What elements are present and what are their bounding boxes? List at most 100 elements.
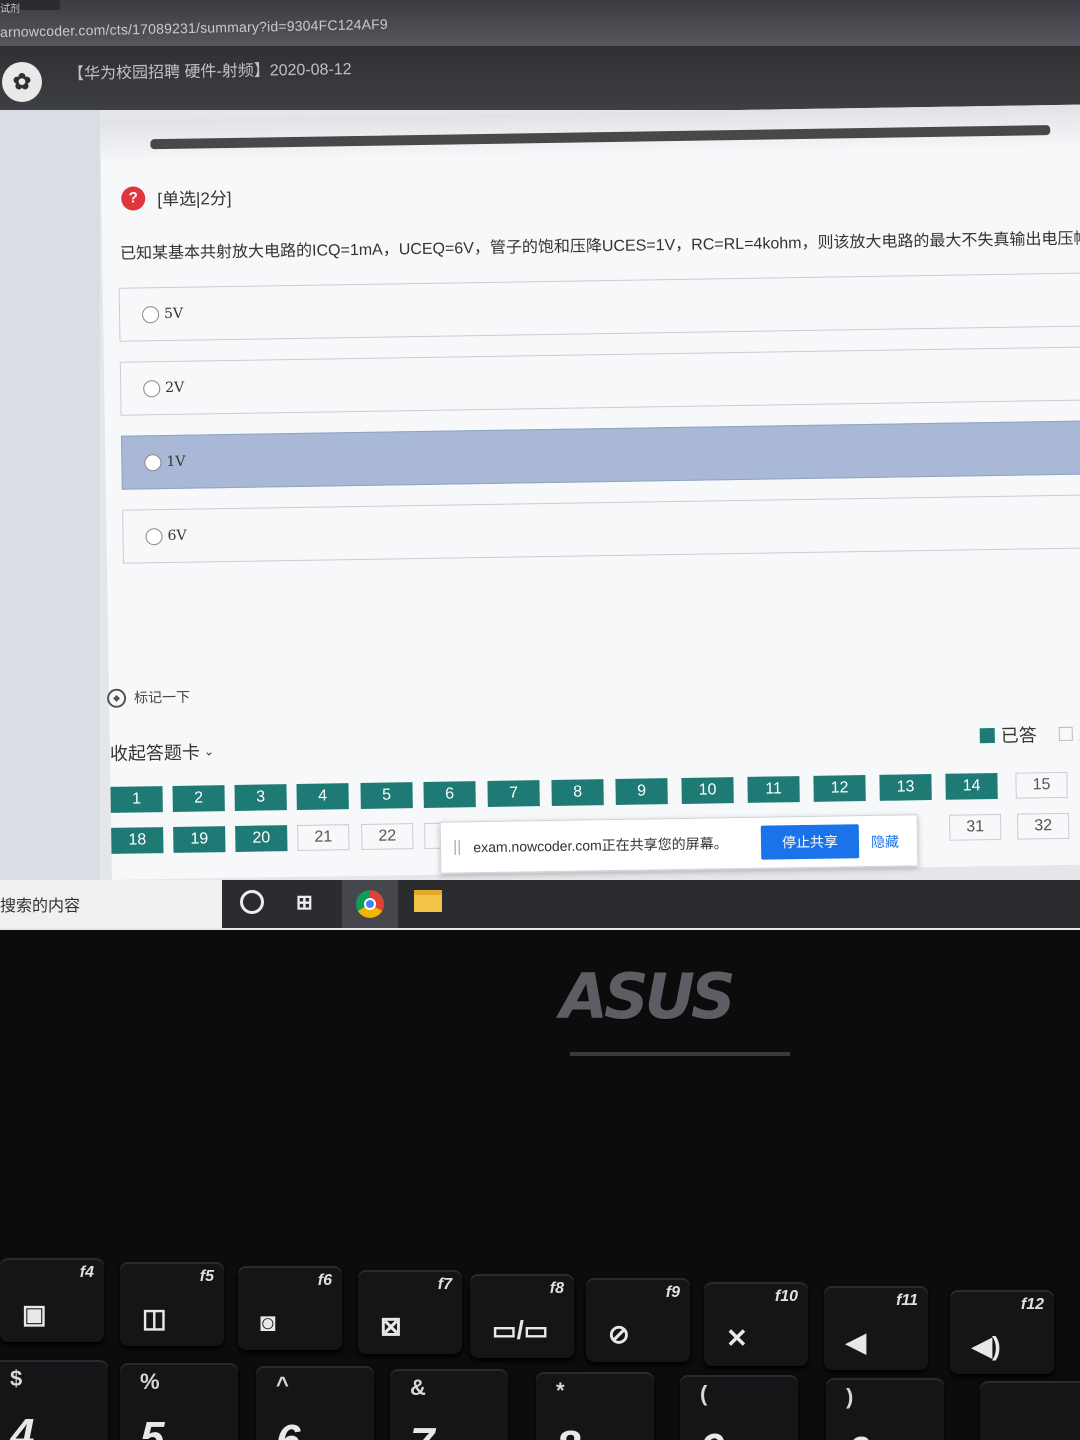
function-key-f4[interactable]: f4 ▣: [0, 1258, 104, 1342]
browser-tab[interactable]: 试剂: [0, 0, 60, 15]
chrome-center: [364, 898, 376, 910]
taskbar-search-input[interactable]: 搜索的内容: [0, 880, 222, 928]
answer-card-item[interactable]: 19: [173, 826, 226, 853]
function-key-f6[interactable]: f6 ◙: [238, 1266, 342, 1350]
question-mark-icon: ?: [121, 185, 146, 211]
number-key-4[interactable]: $4: [0, 1360, 108, 1440]
fn-key-icon: ◙: [260, 1307, 276, 1337]
option-label: 5V: [163, 305, 184, 323]
answer-card-toggle-label: 收起答题卡: [109, 742, 201, 764]
function-key-f8[interactable]: f8 ▭/▭: [470, 1274, 574, 1358]
share-notice: exam.nowcoder.com正在共享您的屏幕。: [473, 835, 728, 856]
answer-card-item[interactable]: 21: [297, 824, 350, 851]
fn-key-icon: ◀): [972, 1331, 1001, 1361]
radio-icon[interactable]: [143, 379, 161, 397]
question-header: ? [单选|2分]: [121, 184, 232, 211]
file-explorer-icon[interactable]: [414, 890, 442, 912]
answer-card-item[interactable]: 14: [945, 772, 998, 800]
chrome-icon[interactable]: [342, 880, 398, 928]
answer-card-item[interactable]: 3: [234, 784, 287, 811]
screen-share-bar: || exam.nowcoder.com正在共享您的屏幕。 停止共享 隐藏: [439, 814, 919, 874]
answer-card-item[interactable]: 20: [235, 825, 288, 852]
answer-card-item[interactable]: 2: [172, 785, 225, 812]
key-main-label: 7: [410, 1419, 434, 1440]
number-key-7[interactable]: &7: [390, 1369, 508, 1440]
legend-unanswered-swatch: [1058, 726, 1073, 742]
drag-handle-icon[interactable]: ||: [453, 838, 462, 856]
fn-key-label: f6: [317, 1272, 332, 1289]
fn-key-label: f4: [79, 1264, 94, 1281]
collapse-answer-card-button[interactable]: 收起答题卡 ⌄: [110, 738, 214, 766]
radio-icon[interactable]: [145, 527, 163, 545]
key-shift-label: ^: [276, 1372, 289, 1397]
fn-key-label: f7: [437, 1276, 452, 1293]
mark-question-button[interactable]: ◆ 标记一下: [106, 687, 191, 708]
answer-card-item[interactable]: 5: [360, 782, 413, 809]
compass-icon: ◆: [106, 688, 127, 708]
key-shift-label: *: [556, 1378, 565, 1403]
answer-card-item[interactable]: 6: [423, 781, 476, 808]
mark-label: 标记一下: [133, 688, 191, 706]
cortana-icon[interactable]: [240, 890, 264, 914]
fn-key-label: f11: [896, 1292, 918, 1309]
question-text: 已知某基本共射放大电路的ICQ=1mA，UCEQ=6V，管子的饱和压降UCES=…: [119, 230, 1080, 263]
key-shift-label: ): [846, 1384, 854, 1409]
answer-card-item[interactable]: 18: [111, 827, 164, 854]
answer-card-item[interactable]: 31: [949, 813, 1002, 841]
number-key-5[interactable]: % 5: [120, 1363, 238, 1440]
hinge-line: [570, 1052, 790, 1056]
function-key-f10[interactable]: f10 ✕: [704, 1282, 808, 1366]
fn-key-icon: ▣: [22, 1299, 47, 1329]
legend: 已答 未: [979, 720, 1080, 748]
answer-card-item[interactable]: 11: [747, 776, 800, 803]
legend-answered-label: 已答: [1000, 725, 1037, 746]
function-key-f7[interactable]: f7 ⊠: [358, 1270, 462, 1354]
option-2v[interactable]: 2V: [119, 346, 1080, 416]
key-shift-label: &: [410, 1375, 426, 1400]
option-1v[interactable]: 1V: [120, 420, 1080, 490]
number-key-8[interactable]: *8: [536, 1372, 654, 1440]
answer-card-item[interactable]: 12: [813, 775, 866, 802]
answer-card-item[interactable]: 13: [879, 774, 932, 801]
radio-icon[interactable]: [144, 453, 162, 471]
radio-icon[interactable]: [141, 305, 160, 323]
key-main-label: 4: [10, 1410, 35, 1440]
function-key-f11[interactable]: f11 ◀: [824, 1286, 928, 1370]
answer-card-item[interactable]: 15: [1015, 771, 1068, 799]
fn-key-icon: ▭/▭: [492, 1315, 549, 1345]
key-shift-label: (: [700, 1381, 708, 1406]
answer-card-item[interactable]: 9: [615, 778, 668, 805]
task-view-icon[interactable]: ⊞: [296, 890, 322, 914]
number-key-6[interactable]: ^6: [256, 1366, 374, 1440]
key-main-label: 9: [700, 1425, 724, 1440]
stop-sharing-button[interactable]: 停止共享: [760, 824, 860, 860]
answer-card-item[interactable]: 10: [681, 777, 734, 804]
fn-key-label: f8: [549, 1280, 564, 1297]
number-key-0[interactable]: )0: [826, 1378, 944, 1440]
answer-card-item[interactable]: 1: [110, 786, 163, 813]
page-gutter: [0, 110, 100, 880]
answer-card-item[interactable]: 4: [296, 783, 349, 810]
fn-key-icon: ◫: [142, 1303, 167, 1333]
answer-card-item[interactable]: 22: [361, 823, 414, 850]
option-label: 1V: [166, 453, 186, 470]
answer-card-item[interactable]: 7: [487, 780, 540, 807]
question-type-label: [单选|2分]: [157, 188, 232, 210]
key-main-label: 0: [846, 1428, 870, 1440]
hide-link[interactable]: 隐藏: [871, 832, 899, 852]
fn-key-label: f9: [665, 1284, 680, 1301]
key-main-label: —: [1000, 1431, 1044, 1440]
fn-key-icon: ⊘: [608, 1319, 630, 1349]
option-6v[interactable]: 6V: [122, 494, 1080, 564]
answer-card-item[interactable]: 32: [1017, 812, 1070, 840]
answer-card-item[interactable]: 8: [551, 779, 604, 806]
option-label: 2V: [165, 379, 185, 397]
number-key-minus[interactable]: —: [980, 1381, 1080, 1440]
function-key-f12[interactable]: f12 ◀): [950, 1290, 1054, 1374]
key-shift-label: %: [140, 1369, 160, 1394]
option-5v[interactable]: 5V: [118, 272, 1080, 342]
function-key-f9[interactable]: f9 ⊘: [586, 1278, 690, 1362]
number-key-9[interactable]: (9: [680, 1375, 798, 1440]
key-main-label: 8: [556, 1422, 580, 1440]
function-key-f5[interactable]: f5 ◫: [120, 1262, 224, 1346]
